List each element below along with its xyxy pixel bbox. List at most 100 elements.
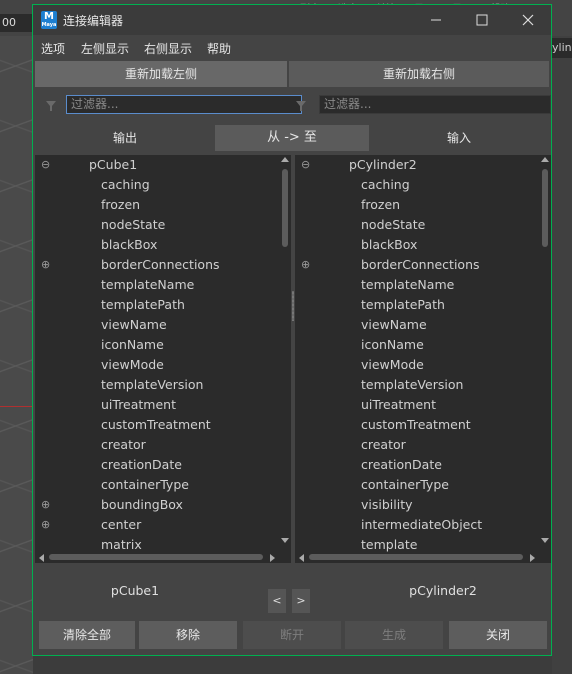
menu-help[interactable]: 帮助	[207, 40, 231, 57]
attribute-row[interactable]: containerType	[35, 475, 279, 495]
scroll-thumb[interactable]	[282, 169, 288, 247]
background-value-field[interactable]: 00	[0, 14, 34, 32]
attribute-row[interactable]: templatePath	[35, 295, 279, 315]
menu-left-display[interactable]: 左侧显示	[81, 40, 129, 57]
attribute-name: viewName	[361, 317, 427, 332]
attribute-row[interactable]: containerType	[295, 475, 539, 495]
viewport-left	[0, 36, 33, 674]
title-bar[interactable]: M Maya 连接编辑器	[33, 5, 551, 35]
scroll-up-icon[interactable]	[541, 157, 549, 162]
filter-left-placeholder: 过滤器...	[71, 97, 119, 111]
attribute-row[interactable]: customTreatment	[35, 415, 279, 435]
scroll-up-icon[interactable]	[281, 157, 289, 162]
reload-left-button[interactable]: 重新加载左侧	[35, 61, 287, 87]
attribute-row[interactable]: nodeState	[35, 215, 279, 235]
disconnect-button[interactable]: 断开	[243, 621, 341, 649]
attribute-name: containerType	[361, 477, 449, 492]
left-vertical-scrollbar[interactable]	[279, 155, 291, 547]
expand-icon[interactable]: ⊕	[301, 255, 310, 275]
attribute-row[interactable]: creator	[35, 435, 279, 455]
attribute-row[interactable]: intermediateObject	[295, 515, 539, 535]
right-horizontal-scrollbar[interactable]	[295, 551, 539, 563]
attribute-name: borderConnections	[101, 257, 220, 272]
attribute-row[interactable]: templateVersion	[295, 375, 539, 395]
filter-right-icon	[296, 101, 306, 111]
splitter-handle[interactable]	[292, 291, 294, 321]
expand-icon[interactable]: ⊕	[41, 255, 50, 275]
attribute-name: uiTreatment	[361, 397, 436, 412]
attribute-row[interactable]: frozen	[35, 195, 279, 215]
attribute-name: templateVersion	[361, 377, 464, 392]
left-horizontal-scrollbar[interactable]	[35, 551, 279, 563]
right-vertical-scrollbar[interactable]	[539, 155, 551, 547]
attribute-row[interactable]: creationDate	[295, 455, 539, 475]
menu-options[interactable]: 选项	[41, 40, 65, 57]
attribute-row[interactable]: ⊕ center	[35, 515, 279, 535]
attribute-name: creationDate	[361, 457, 442, 472]
previous-button[interactable]: <	[268, 589, 286, 613]
menu-right-display[interactable]: 右侧显示	[144, 40, 192, 57]
expand-icon[interactable]: ⊕	[41, 495, 50, 515]
attribute-row[interactable]: nodeState	[295, 215, 539, 235]
expand-icon[interactable]: ⊕	[41, 515, 50, 535]
attribute-row[interactable]: templatePath	[295, 295, 539, 315]
attribute-name: customTreatment	[361, 417, 471, 432]
attribute-row[interactable]: blackBox	[35, 235, 279, 255]
scroll-left-icon[interactable]	[299, 554, 304, 562]
attribute-row[interactable]: viewName	[35, 315, 279, 335]
maximize-button[interactable]	[459, 5, 505, 35]
attribute-row[interactable]: iconName	[295, 335, 539, 355]
attribute-name: intermediateObject	[361, 517, 483, 532]
scroll-thumb[interactable]	[542, 169, 548, 247]
collapse-icon[interactable]: ⊖	[301, 155, 310, 175]
next-button[interactable]: >	[292, 589, 310, 613]
attribute-row[interactable]: creator	[295, 435, 539, 455]
attribute-row[interactable]: viewName	[295, 315, 539, 335]
attribute-row[interactable]: visibility	[295, 495, 539, 515]
minimize-button[interactable]	[413, 5, 459, 35]
scroll-left-icon[interactable]	[39, 554, 44, 562]
attribute-row[interactable]: caching	[295, 175, 539, 195]
attribute-row[interactable]: customTreatment	[295, 415, 539, 435]
attribute-row[interactable]: iconName	[35, 335, 279, 355]
attribute-row[interactable]: uiTreatment	[35, 395, 279, 415]
collapse-icon[interactable]: ⊖	[41, 155, 50, 175]
attribute-row[interactable]: templateName	[35, 275, 279, 295]
right-attribute-list[interactable]: ⊖ pCylinder2 caching frozen nodeState blackBo…	[295, 155, 551, 563]
attribute-row[interactable]: templateVersion	[35, 375, 279, 395]
connect-button[interactable]: 生成	[345, 621, 443, 649]
reload-right-button[interactable]: 重新加载右侧	[289, 61, 549, 87]
viewport-axis-line	[0, 406, 33, 407]
close-window-button[interactable]	[505, 5, 551, 35]
left-rows: ⊖ pCube1 caching frozen nodeState blackBox ⊕ bo…	[35, 155, 279, 555]
remove-button[interactable]: 移除	[139, 621, 237, 649]
node-row[interactable]: ⊖ pCylinder2	[295, 155, 539, 175]
scroll-right-icon[interactable]	[270, 554, 275, 562]
attribute-row[interactable]: ⊕ borderConnections	[35, 255, 279, 275]
attribute-row[interactable]: templateName	[295, 275, 539, 295]
attribute-row[interactable]: frozen	[295, 195, 539, 215]
attribute-row[interactable]: ⊕ borderConnections	[295, 255, 539, 275]
scroll-down-icon[interactable]	[281, 538, 289, 543]
scroll-thumb[interactable]	[49, 554, 263, 560]
attribute-row[interactable]: ⊕ boundingBox	[35, 495, 279, 515]
left-attribute-list[interactable]: ⊖ pCube1 caching frozen nodeState blackBox ⊕ bo…	[35, 155, 291, 563]
filter-left-input[interactable]: 过滤器...	[66, 95, 302, 114]
clear-all-button[interactable]: 清除全部	[39, 621, 135, 649]
filter-right-input[interactable]: 过滤器...	[319, 95, 551, 114]
node-row[interactable]: ⊖ pCube1	[35, 155, 279, 175]
attribute-row[interactable]: creationDate	[35, 455, 279, 475]
filter-right-placeholder: 过滤器...	[324, 97, 372, 111]
attribute-row[interactable]: caching	[35, 175, 279, 195]
direction-toggle-button[interactable]: 从 -> 至	[215, 125, 369, 151]
attribute-name: containerType	[101, 477, 189, 492]
scroll-thumb[interactable]	[309, 554, 523, 560]
menu-bar: 选项 左侧显示 右侧显示 帮助	[33, 35, 551, 59]
close-button[interactable]: 关闭	[449, 621, 547, 649]
scroll-right-icon[interactable]	[530, 554, 535, 562]
scroll-down-icon[interactable]	[541, 538, 549, 543]
attribute-row[interactable]: viewMode	[295, 355, 539, 375]
attribute-row[interactable]: blackBox	[295, 235, 539, 255]
attribute-row[interactable]: viewMode	[35, 355, 279, 375]
attribute-row[interactable]: uiTreatment	[295, 395, 539, 415]
